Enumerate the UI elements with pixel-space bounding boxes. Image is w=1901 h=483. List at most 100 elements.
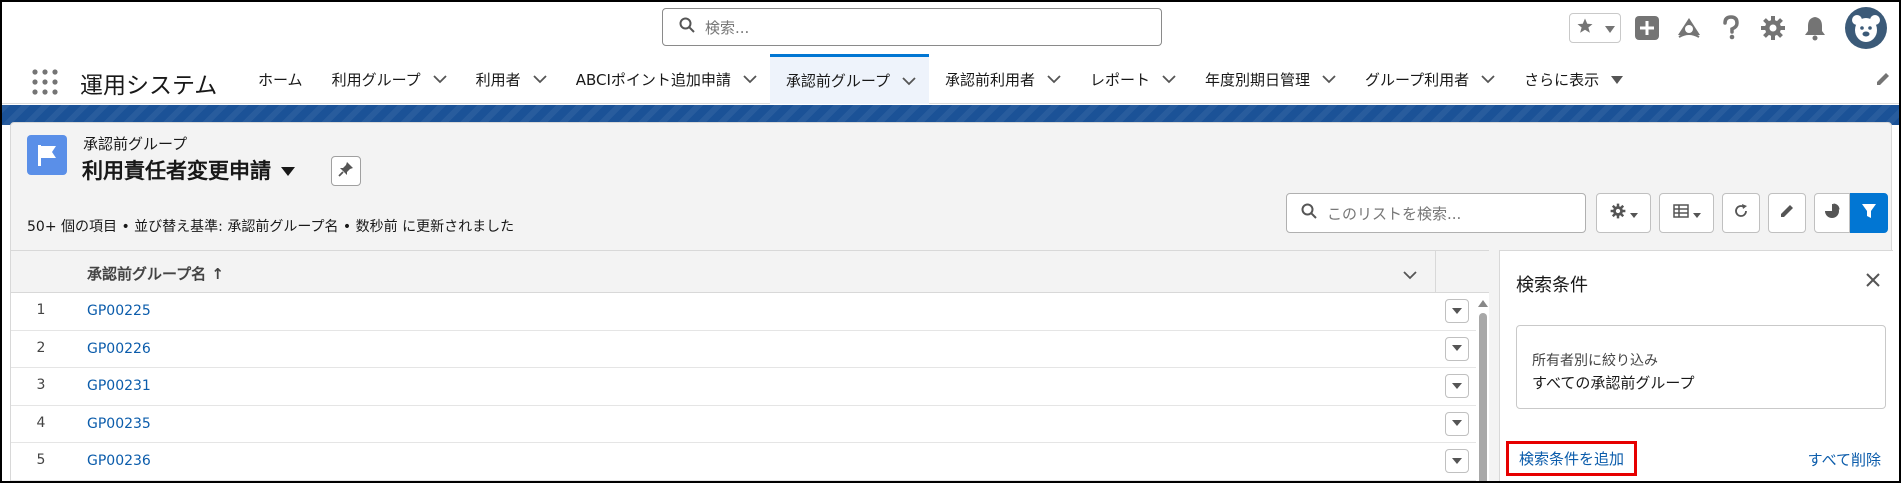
chevron-down-icon[interactable] [533,70,547,88]
table-row: 1 GP00225 [11,293,1476,331]
object-icon [27,135,67,175]
chevron-down-icon[interactable] [1047,70,1061,88]
list-meta-info: 50+ 個の項目 • 並び替え基準: 承認前グループ名 • 数秒前 に更新されま… [27,219,515,235]
caret-down-icon [1452,382,1462,389]
tab-label: グループ利用者 [1365,70,1470,89]
chevron-down-icon[interactable] [902,72,916,90]
row-actions-button[interactable] [1445,336,1469,361]
pencil-icon [1779,203,1795,223]
chevron-down-icon[interactable] [1322,70,1336,88]
tab-reports[interactable]: レポート [1074,54,1189,104]
chevron-down-icon[interactable] [743,70,757,88]
row-number: 1 [36,302,46,318]
tab-label: 承認前グループ [785,72,890,90]
record-link[interactable]: GP00235 [87,416,151,432]
row-number: 3 [36,377,46,393]
add-filter-link[interactable]: 検索条件を追加 [1506,441,1638,476]
chevron-down-icon[interactable] [1162,70,1176,88]
tab-label: 利用者 [475,70,521,89]
nav-tabs: ホーム 利用グループ 利用者 ABCIポイント追加申請 承認前グループ 承認前利… [242,54,1636,104]
tab-home[interactable]: ホーム [242,54,316,104]
list-search-placeholder: このリストを検索... [1327,204,1462,223]
record-link[interactable]: GP00231 [87,378,151,394]
chevron-down-icon[interactable] [1604,19,1615,38]
tab-label: 利用グループ [331,70,421,89]
owner-filter-card[interactable]: 所有者別に絞り込み すべての承認前グループ [1516,325,1886,409]
refresh-button[interactable] [1722,193,1760,233]
trailhead-icon[interactable] [1673,12,1705,44]
chevron-down-icon[interactable] [1481,70,1495,88]
filter-button[interactable] [1850,193,1888,233]
record-link[interactable]: GP00225 [87,303,151,319]
records-table: 承認前グループ名 ↑ 1 GP00225 2 GP00226 3 GP00231… [11,250,1489,481]
caret-down-icon [1629,204,1638,223]
caret-down-icon [1452,307,1462,314]
chevron-down-icon[interactable] [1403,265,1417,284]
notification-bell-icon[interactable] [1799,12,1831,44]
caret-down-icon [1452,345,1462,351]
chevron-down-icon[interactable] [433,70,447,88]
tab-label: 承認前利用者 [944,70,1035,89]
tab-more-label: さらに表示 [1524,70,1600,89]
tab-abci-point-request[interactable]: ABCIポイント追加申請 [560,54,770,104]
list-view-selector[interactable]: 利用責任者変更申請 [82,155,295,185]
caret-down-icon [1452,457,1462,464]
column-divider [1435,251,1436,293]
tab-pending-users[interactable]: 承認前利用者 [929,54,1074,104]
row-actions-button[interactable] [1445,299,1469,323]
caret-down-icon [1692,204,1701,223]
tab-users[interactable]: 利用者 [460,54,560,104]
table-header: 承認前グループ名 ↑ [11,251,1489,293]
favorites-star-icon[interactable] [1576,17,1594,39]
app-launcher-icon[interactable] [32,69,58,99]
tab-label: ホーム [258,70,303,89]
list-search-input[interactable]: このリストを検索... [1286,193,1586,233]
edit-nav-icon[interactable] [1875,71,1891,91]
help-icon[interactable] [1715,12,1747,44]
pie-chart-icon [1824,203,1840,223]
owner-filter-label: 所有者別に絞り込み [1532,353,1658,369]
table-row: 5 GP00236 [11,443,1476,481]
global-search-input[interactable]: 検索... [662,8,1162,46]
row-actions-button[interactable] [1445,449,1469,473]
charts-button[interactable] [1814,193,1850,233]
search-icon [679,17,695,37]
list-view-title: 利用責任者変更申請 [82,159,271,183]
row-number: 4 [36,414,46,431]
header-utility-icons [1569,7,1887,49]
setup-gear-icon[interactable] [1757,12,1789,44]
display-as-button[interactable] [1659,193,1714,233]
list-view-card: 承認前グループ 利用責任者変更申請 50+ 個の項目 • 並び替え基準: 承認前… [10,122,1893,481]
tab-annual-deadlines[interactable]: 年度別期日管理 [1189,54,1349,104]
user-avatar[interactable] [1845,7,1887,49]
filter-panel: 検索条件 所有者別に絞り込み すべての承認前グループ 検索条件を追加 すべて削除 [1499,250,1893,481]
table-scrollbar[interactable] [1477,293,1489,481]
row-actions-button[interactable] [1445,374,1469,398]
tab-pending-group[interactable]: 承認前グループ [769,54,929,104]
caret-down-icon[interactable] [281,158,295,182]
tab-label: 年度別期日管理 [1205,70,1311,89]
column-header-name[interactable]: 承認前グループ名 ↑ [87,263,224,284]
caret-down-icon[interactable] [1611,70,1624,88]
tab-usage-group[interactable]: 利用グループ [316,54,460,104]
table-row: 2 GP00226 [11,330,1476,368]
scroll-thumb[interactable] [1479,313,1487,481]
object-label: 承認前グループ [83,135,188,153]
inline-edit-button[interactable] [1768,193,1806,233]
row-actions-button[interactable] [1445,411,1469,436]
close-icon[interactable] [1865,272,1881,292]
list-settings-button[interactable] [1596,193,1651,233]
add-icon[interactable] [1631,12,1663,44]
avatar-icon [1852,15,1880,42]
tab-label: ABCIポイント追加申請 [575,70,731,89]
pin-list-button[interactable] [331,156,361,186]
tab-more[interactable]: さらに表示 [1508,54,1636,104]
favorites-button[interactable] [1569,13,1621,43]
record-link[interactable]: GP00236 [87,453,151,469]
gear-icon [1610,203,1626,223]
remove-all-link[interactable]: すべて削除 [1808,449,1881,470]
owner-filter-value: すべての承認前グループ [1532,374,1695,392]
record-link[interactable]: GP00226 [87,341,151,357]
tab-group-users[interactable]: グループ利用者 [1349,54,1508,104]
scroll-up-arrow-icon[interactable] [1477,298,1489,308]
